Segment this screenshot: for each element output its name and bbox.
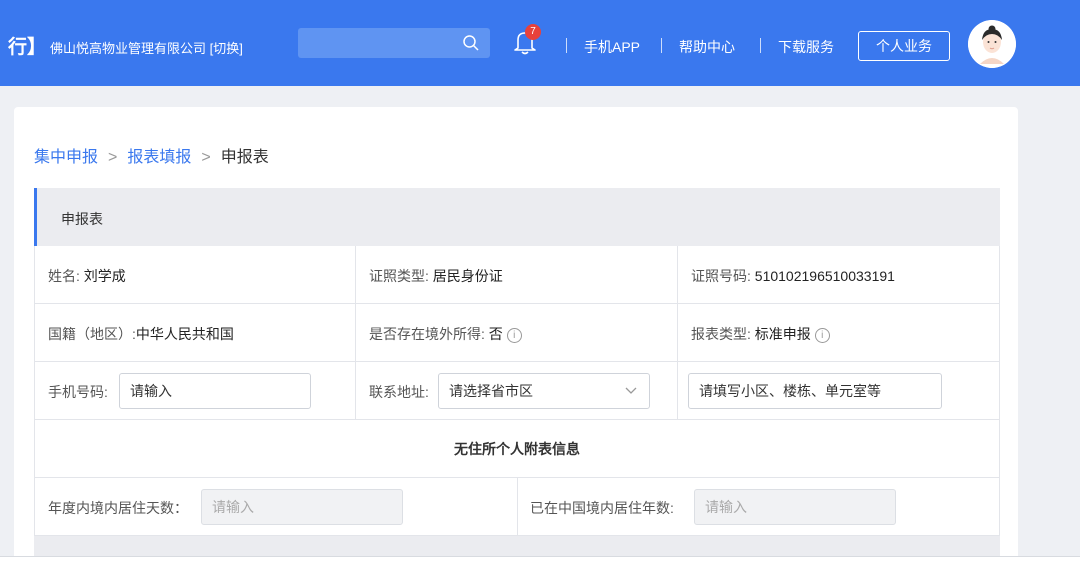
name-value: 刘学成 [83,268,126,284]
page-bottom-edge [0,556,1080,564]
residence-years-cell: 已在中国境内居住年数: 请输入 [518,478,1000,536]
phone-cell: 手机号码: 请输入 [34,362,356,420]
breadcrumb-item-centralized[interactable]: 集中申报 [34,149,98,166]
residence-days-cell: 年度内境内居住天数： 请输入 [34,478,518,536]
address-region-select[interactable]: 请选择省市区 [438,373,650,409]
section-title: 申报表 [61,211,103,227]
info-icon[interactable]: i [506,328,522,343]
residence-days-label: 年度内境内居住天数： [48,500,188,516]
overseas-income-cell: 是否存在境外所得: 否i [356,304,678,362]
address-detail-input[interactable]: 请填写小区、楼栋、单元室等 [688,373,942,409]
personal-business-button[interactable]: 个人业务 [858,31,950,61]
breadcrumb: 集中申报 > 报表填报 > 申报表 [34,143,269,167]
breadcrumb-separator: > [108,149,118,166]
id-number-label: 证照号码: [691,268,751,284]
address-label: 联系地址: [369,384,429,400]
id-type-cell: 证照类型: 居民身份证 [356,246,678,304]
breadcrumb-separator: > [201,149,211,166]
info-icon[interactable]: i [814,328,830,343]
id-type-value: 居民身份证 [432,268,503,284]
phone-input[interactable]: 请输入 [119,373,311,409]
section-header: 申报表 [34,188,1000,246]
mobile-app-link[interactable]: 手机APP [584,37,640,57]
nationality-cell: 国籍（地区）:中华人民共和国 [34,304,356,362]
next-section-header [34,536,1000,556]
breadcrumb-item-report-fill[interactable]: 报表填报 [127,149,191,166]
name-cell: 姓名: 刘学成 [34,246,356,304]
breadcrumb-item-current: 申报表 [220,149,269,166]
report-type-value: 标准申报 [754,326,811,342]
search-icon[interactable] [462,34,480,52]
report-type-label: 报表类型: [691,326,751,342]
nonresident-section-title: 无住所个人附表信息 [34,420,1000,478]
residence-years-label: 已在中国境内居住年数: [530,500,674,516]
chevron-down-icon [625,387,637,394]
nationality-value: 中华人民共和国 [135,326,234,342]
top-header: 行】 佛山悦高物业管理有限公司 [切换] 7 手机APP 帮助中心 下载服务 个… [0,0,1080,86]
avatar-icon [968,20,1016,68]
header-divider [760,38,761,53]
id-number-value: 510102196510033191 [754,268,895,284]
report-type-cell: 报表类型: 标准申报 i [678,304,1000,362]
company-switcher[interactable]: 佛山悦高物业管理有限公司 [切换] [50,38,243,57]
address-cell: 联系地址: 请选择省市区 [356,362,678,420]
download-service-link[interactable]: 下载服务 [778,37,834,57]
id-type-label: 证照类型: [369,268,429,284]
overseas-income-value: 否 [488,326,503,342]
address-region-value: 请选择省市区 [449,383,533,399]
search-input[interactable] [298,28,490,58]
nationality-label: 国籍（地区）: [48,326,136,342]
notification-badge: 7 [525,24,541,40]
id-number-cell: 证照号码: 510102196510033191 [678,246,1000,304]
header-divider [661,38,662,53]
address-detail-cell: 请填写小区、楼栋、单元室等 [678,362,1000,420]
help-center-link[interactable]: 帮助中心 [679,37,735,57]
overseas-income-label: 是否存在境外所得: [369,326,485,342]
residence-years-input[interactable]: 请输入 [694,489,896,525]
residence-days-input[interactable]: 请输入 [201,489,403,525]
header-divider [566,38,567,53]
user-avatar[interactable] [968,20,1016,68]
name-label: 姓名: [48,268,80,284]
header-title-fragment: 行】 [8,37,47,58]
phone-label: 手机号码: [48,384,108,400]
